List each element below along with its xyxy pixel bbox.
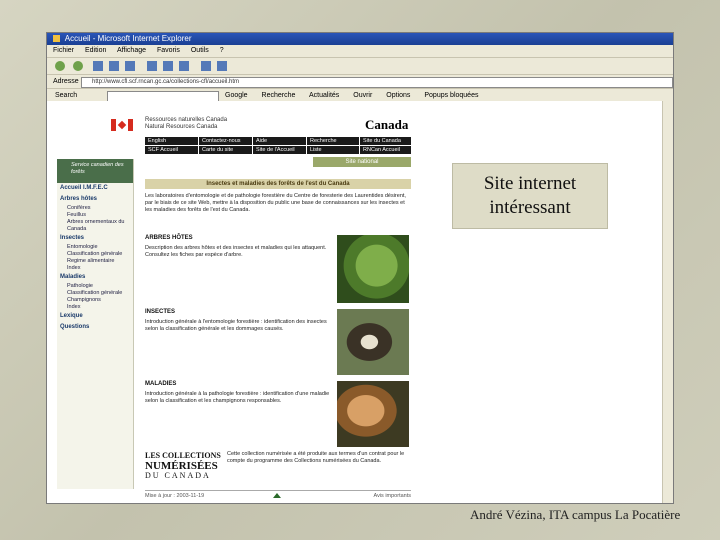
ie-icon	[53, 35, 60, 42]
menu-edition[interactable]: Edition	[85, 47, 106, 54]
toolbar	[47, 58, 673, 75]
canada-wordmark: Canada	[365, 117, 409, 132]
page-banner: Insectes et maladies des forêts de l'est…	[145, 179, 411, 189]
fip-site-canada[interactable]: Site du Canada	[360, 137, 411, 145]
nav-item[interactable]: Conifères	[57, 205, 133, 212]
nav-insectes[interactable]: Insectes	[57, 233, 133, 244]
nav-item[interactable]: Arbres ornementaux du Canada	[57, 219, 133, 233]
menu-outils[interactable]: Outils	[191, 47, 209, 54]
arbres-heading[interactable]: ARBRES HÔTES	[145, 235, 193, 241]
nav-item[interactable]: Index	[57, 304, 133, 311]
nav-item[interactable]: Pathologie	[57, 283, 133, 290]
nav-maladies[interactable]: Maladies	[57, 272, 133, 283]
maladies-text: Introduction générale à la pathologie fo…	[145, 391, 330, 404]
back-icon[interactable]	[55, 61, 65, 71]
nav-lexique[interactable]: Lexique	[57, 311, 133, 322]
left-navigation: Service canadien des forêts Accueil I.M.…	[57, 159, 134, 489]
fip-aide[interactable]: Aide	[253, 137, 306, 145]
moth-photo[interactable]	[337, 309, 409, 375]
du-canada-line: DU CANADA	[145, 471, 211, 480]
history-icon[interactable]	[179, 61, 189, 71]
window-title: Accueil - Microsoft Internet Explorer	[64, 34, 192, 43]
nav-item[interactable]: Entomologie	[57, 244, 133, 251]
caption-line-1: Site internet	[483, 173, 577, 194]
slide-caption-box: Site internet intéressant	[452, 163, 608, 229]
back-to-top-icon[interactable]	[273, 493, 281, 498]
collections-text: Cette collection numérisée a été produit…	[227, 451, 405, 464]
google-actualites[interactable]: Actualités	[309, 92, 339, 99]
menu-bar: Fichier Edition Affichage Favoris Outils…	[47, 45, 673, 58]
google-button[interactable]: Google	[225, 92, 248, 99]
intro-text: Les laboratoires d'entomologie et de pat…	[145, 193, 406, 213]
maladies-heading[interactable]: MALADIES	[145, 381, 176, 387]
google-ouvrir[interactable]: Ouvrir	[353, 92, 372, 99]
slide-credit: André Vézina, ITA campus La Pocatière	[470, 507, 681, 522]
dept-name-fr: Ressources naturelles Canada	[145, 117, 228, 123]
address-label: Adresse	[53, 78, 79, 85]
browser-window: Accueil - Microsoft Internet Explorer Fi…	[46, 32, 674, 504]
nav-arbres[interactable]: Arbres hôtes	[57, 194, 133, 205]
title-bar: Accueil - Microsoft Internet Explorer	[47, 33, 673, 45]
fip-english[interactable]: English	[145, 137, 198, 145]
collections-logo[interactable]: LES COLLECTIONS NUMÉRISÉES DU CANADA	[145, 451, 221, 481]
site-national-tab[interactable]: Site national	[313, 157, 411, 167]
nav-questions[interactable]: Questions	[57, 322, 133, 333]
fip-carte[interactable]: Carte du site	[199, 146, 252, 154]
nav-item[interactable]: Classification générale	[57, 251, 133, 258]
fip-rncan[interactable]: RNCan Accueil	[360, 146, 411, 154]
nav-item[interactable]: Regime alimentaire	[57, 258, 133, 265]
nav-item[interactable]: Feuillus	[57, 212, 133, 219]
web-page: Ressources naturelles Canada Natural Res…	[47, 101, 673, 503]
menu-affichage[interactable]: Affichage	[117, 47, 146, 54]
fip-liste[interactable]: Liste	[307, 146, 359, 154]
fip-scf-accueil[interactable]: SCF Accueil	[145, 146, 198, 154]
google-recherche[interactable]: Recherche	[262, 92, 296, 99]
sfs-logo: Service canadien des forêts	[57, 159, 133, 183]
address-input[interactable]: http://www.cfl.scf.rncan.gc.ca/collectio…	[81, 77, 673, 88]
nav-home[interactable]: Accueil I.M.F.E.C	[57, 183, 133, 194]
arbres-text: Description des arbres hôtes et des inse…	[145, 245, 327, 258]
favorites-icon[interactable]	[163, 61, 173, 71]
google-options[interactable]: Options	[386, 92, 410, 99]
search-icon[interactable]	[147, 61, 157, 71]
menu-fichier[interactable]: Fichier	[53, 47, 74, 54]
insectes-text: Introduction générale à l'entomologie fo…	[145, 319, 327, 332]
home-icon[interactable]	[125, 61, 135, 71]
canada-flag-icon	[111, 119, 133, 131]
fip-site-accueil[interactable]: Site de l'Accueil	[253, 146, 306, 154]
address-bar: Adresse http://www.cfl.scf.rncan.gc.ca/c…	[47, 75, 673, 89]
insectes-heading[interactable]: INSECTES	[145, 309, 175, 315]
fip-recherche[interactable]: Recherche	[307, 137, 359, 145]
nav-item[interactable]: Classification générale	[57, 290, 133, 297]
fip-contact[interactable]: Contactez-nous	[199, 137, 252, 145]
refresh-icon[interactable]	[109, 61, 119, 71]
dept-name-en: Natural Resources Canada	[145, 124, 218, 130]
common-menu-bar: English Contactez-nous Aide Recherche Si…	[145, 137, 411, 155]
nav-item[interactable]: Index	[57, 265, 133, 272]
footer-notices[interactable]: Avis importants	[374, 493, 412, 499]
numerisees-line: NUMÉRISÉES	[145, 460, 218, 472]
caption-line-2: intéressant	[489, 197, 571, 218]
print-icon[interactable]	[217, 61, 227, 71]
forward-icon[interactable]	[73, 61, 83, 71]
nav-item[interactable]: Champignons	[57, 297, 133, 304]
vertical-scrollbar[interactable]	[662, 101, 673, 503]
menu-favoris[interactable]: Favoris	[157, 47, 180, 54]
mail-icon[interactable]	[201, 61, 211, 71]
mushroom-photo[interactable]	[337, 381, 409, 447]
footer-date: Mise à jour : 2003-11-19	[145, 493, 205, 499]
menu-help[interactable]: ?	[220, 47, 224, 54]
stop-icon[interactable]	[93, 61, 103, 71]
google-popups[interactable]: Popups bloquées	[424, 92, 478, 99]
maple-leaf-photo[interactable]	[337, 235, 409, 303]
